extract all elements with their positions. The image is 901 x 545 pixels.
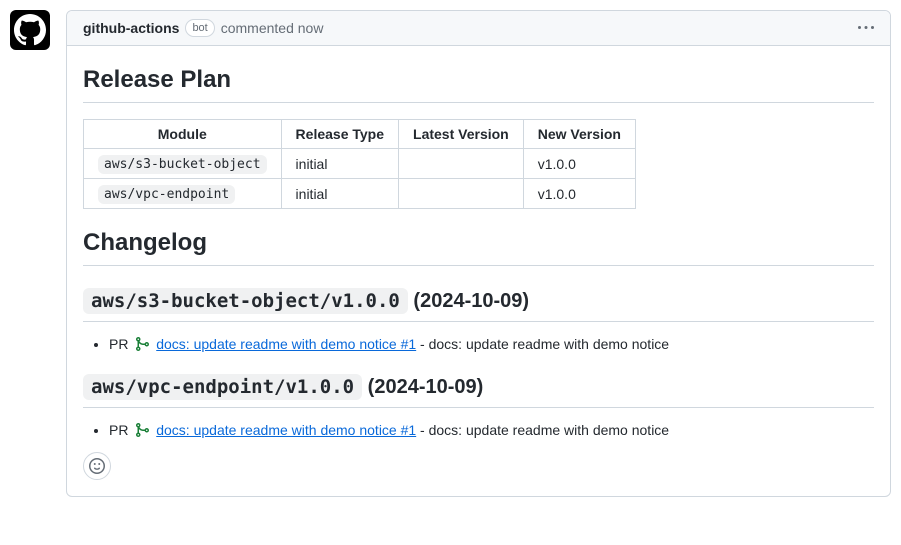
changelog-entry-heading: aws/vpc-endpoint/v1.0.0 (2024-10-09) <box>83 376 874 408</box>
latest-version <box>399 179 524 209</box>
new-version: v1.0.0 <box>523 179 635 209</box>
list-item: PR docs: update readme with demo notice … <box>109 336 874 352</box>
table-header-row: Module Release Type Latest Version New V… <box>84 120 636 149</box>
comment-author[interactable]: github-actions <box>83 20 179 36</box>
entry-date: (2024-10-09) <box>413 290 529 312</box>
module-name: aws/s3-bucket-object <box>98 155 267 174</box>
add-reaction-button[interactable] <box>83 452 111 480</box>
new-version: v1.0.0 <box>523 149 635 179</box>
kebab-icon <box>858 20 874 36</box>
comment-box: github-actions bot commented now Release… <box>66 10 891 497</box>
table-row: aws/vpc-endpoint initial v1.0.0 <box>84 179 636 209</box>
pr-list: PR docs: update readme with demo notice … <box>83 422 874 438</box>
bot-badge: bot <box>185 19 214 37</box>
pr-link[interactable]: docs: update readme with demo notice #1 <box>156 336 416 352</box>
entry-code: aws/vpc-endpoint/v1.0.0 <box>83 374 362 400</box>
module-name: aws/vpc-endpoint <box>98 185 235 204</box>
smiley-icon <box>89 458 105 474</box>
entry-code: aws/s3-bucket-object/v1.0.0 <box>83 288 408 314</box>
kebab-menu[interactable] <box>858 20 874 36</box>
pr-suffix: - docs: update readme with demo notice <box>416 422 669 438</box>
table-row: aws/s3-bucket-object initial v1.0.0 <box>84 149 636 179</box>
release-type: initial <box>281 179 398 209</box>
comment-header: github-actions bot commented now <box>67 11 890 46</box>
release-plan-heading: Release Plan <box>83 66 874 103</box>
comment-time: commented now <box>221 20 324 36</box>
col-release-type: Release Type <box>281 120 398 149</box>
pr-suffix: - docs: update readme with demo notice <box>416 336 669 352</box>
pr-list: PR docs: update readme with demo notice … <box>83 336 874 352</box>
git-merge-icon <box>134 336 150 352</box>
git-merge-icon <box>134 422 150 438</box>
github-logo-icon <box>14 14 46 46</box>
comment-container: github-actions bot commented now Release… <box>10 10 891 497</box>
changelog-heading: Changelog <box>83 229 874 266</box>
release-type: initial <box>281 149 398 179</box>
entry-date: (2024-10-09) <box>368 376 484 398</box>
list-item: PR docs: update readme with demo notice … <box>109 422 874 438</box>
changelog-entry-heading: aws/s3-bucket-object/v1.0.0 (2024-10-09) <box>83 290 874 322</box>
comment-body: Release Plan Module Release Type Latest … <box>67 46 890 496</box>
pr-link[interactable]: docs: update readme with demo notice #1 <box>156 422 416 438</box>
col-module: Module <box>84 120 282 149</box>
pr-prefix: PR <box>109 422 128 438</box>
release-plan-table: Module Release Type Latest Version New V… <box>83 119 636 209</box>
latest-version <box>399 149 524 179</box>
col-new-version: New Version <box>523 120 635 149</box>
avatar[interactable] <box>10 10 50 50</box>
col-latest-version: Latest Version <box>399 120 524 149</box>
pr-prefix: PR <box>109 336 128 352</box>
